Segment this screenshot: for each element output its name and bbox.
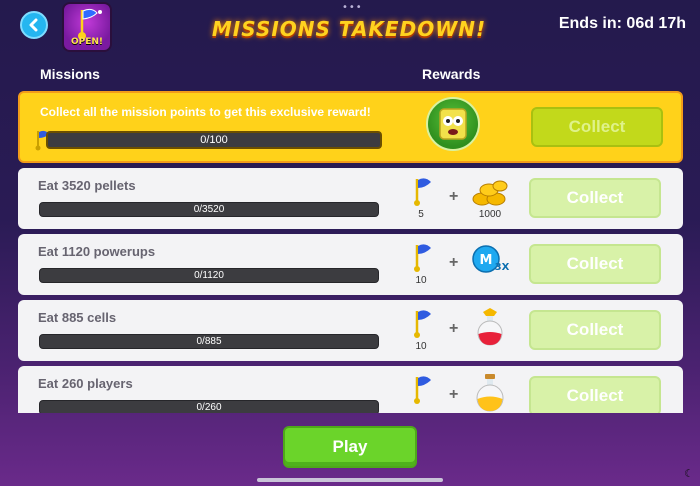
special-progress-bar: 0/100 bbox=[46, 131, 382, 149]
flag-points: 10 bbox=[415, 275, 427, 286]
svg-text:M: M bbox=[480, 253, 493, 268]
event-timer: Ends in: 06d 17h bbox=[558, 15, 686, 32]
reward-amount: 1000 bbox=[478, 209, 502, 220]
mission-title: Eat 3520 pellets bbox=[38, 178, 136, 193]
progress-text: 0/100 bbox=[200, 134, 228, 146]
reward-item bbox=[468, 372, 512, 413]
mission-points-flag: 10 bbox=[410, 308, 438, 352]
mission-progress-bar: 0/3520 bbox=[39, 202, 379, 217]
flag-points: 5 bbox=[418, 209, 424, 220]
plus-sign: + bbox=[449, 320, 459, 337]
mission-card: Eat 885 cells 0/885 10 + Collect bbox=[18, 300, 683, 361]
flag-icon bbox=[414, 310, 431, 338]
mission-points-flag: 5 bbox=[410, 176, 438, 220]
mission-progress-bar: 0/885 bbox=[39, 334, 379, 349]
special-reward-text: Collect all the mission points to get th… bbox=[40, 105, 371, 119]
open-label: OPEN! bbox=[70, 37, 104, 47]
flag-points: 10 bbox=[415, 341, 427, 352]
home-indicator[interactable] bbox=[257, 478, 443, 482]
mission-title: Eat 885 cells bbox=[38, 310, 117, 325]
mission-card: Eat 3520 pellets 0/3520 5 + 1000 Collect bbox=[18, 168, 683, 229]
rewards-column-header: Rewards bbox=[422, 66, 481, 82]
collect-button[interactable]: Collect bbox=[529, 244, 661, 284]
collect-button[interactable]: Collect bbox=[529, 178, 661, 218]
sponge-skin-avatar-icon bbox=[426, 97, 480, 151]
back-button[interactable] bbox=[20, 11, 48, 39]
flag-icon bbox=[414, 178, 431, 206]
plus-sign: + bbox=[449, 386, 459, 403]
svg-text:3X: 3X bbox=[495, 262, 510, 273]
mission-card: Eat 1120 powerups 0/1120 10 + M 3X Colle… bbox=[18, 234, 683, 295]
plus-sign: + bbox=[449, 254, 459, 271]
mission-card: Eat 260 players 0/260 + Collect bbox=[18, 366, 683, 413]
collect-button[interactable]: Collect bbox=[529, 310, 661, 350]
reward-item bbox=[468, 306, 512, 348]
flag-icon bbox=[414, 376, 431, 404]
mission-points-flag bbox=[410, 374, 438, 413]
moon-icon: ☾ bbox=[684, 467, 694, 480]
mission-points-flag: 10 bbox=[410, 242, 438, 286]
page-title: MISSIONS TAKEDOWN! bbox=[211, 17, 487, 41]
event-badge[interactable]: OPEN! bbox=[62, 2, 112, 52]
play-button[interactable]: Play bbox=[283, 426, 417, 468]
collect-button[interactable]: Collect bbox=[529, 376, 661, 413]
red-potion-icon bbox=[477, 308, 503, 346]
progress-text: 0/1120 bbox=[194, 270, 224, 281]
progress-text: 0/3520 bbox=[193, 204, 225, 215]
back-chevron-icon bbox=[29, 18, 38, 32]
reward-item: 1000 bbox=[468, 175, 512, 220]
reward-item: M 3X bbox=[468, 243, 512, 285]
collect-button[interactable]: Collect bbox=[531, 107, 663, 147]
missions-column-header: Missions bbox=[40, 66, 100, 82]
mission-progress-bar: 0/260 bbox=[39, 400, 379, 413]
special-reward-card: Collect all the mission points to get th… bbox=[18, 91, 683, 163]
mission-progress-bar: 0/1120 bbox=[39, 268, 379, 283]
flag-icon bbox=[414, 244, 431, 272]
yellow-potion-icon bbox=[476, 374, 504, 412]
mass-boost-3x-icon: M 3X bbox=[472, 245, 510, 273]
mission-title: Eat 260 players bbox=[38, 376, 133, 391]
progress-text: 0/885 bbox=[196, 336, 222, 347]
missions-list[interactable]: Collect all the mission points to get th… bbox=[18, 91, 683, 413]
progress-text: 0/260 bbox=[196, 402, 222, 413]
mission-title: Eat 1120 powerups bbox=[38, 244, 156, 259]
plus-sign: + bbox=[449, 188, 459, 205]
coins-icon bbox=[472, 180, 508, 206]
